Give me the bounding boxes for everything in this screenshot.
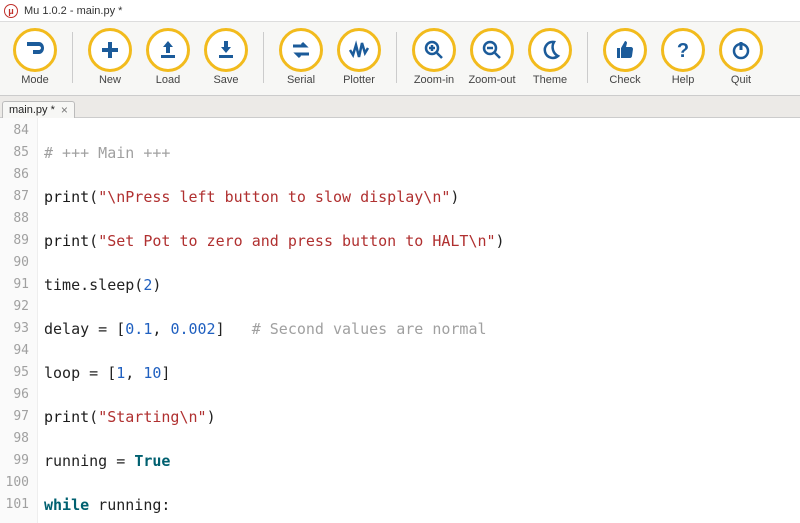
line-number: 84 <box>4 120 29 142</box>
save-label: Save <box>213 74 238 86</box>
code-editor[interactable]: 84 85 86 87 88 89 90 91 92 93 94 95 96 9… <box>0 118 800 523</box>
line-number: 101 <box>4 494 29 516</box>
theme-label: Theme <box>533 74 567 86</box>
power-icon <box>719 28 763 72</box>
quit-label: Quit <box>731 74 751 86</box>
code-area[interactable]: # +++ Main +++ print("\nPress left butto… <box>38 118 505 523</box>
upload-icon <box>146 28 190 72</box>
help-button[interactable]: ? Help <box>654 28 712 86</box>
line-number: 100 <box>4 472 29 494</box>
help-label: Help <box>672 74 695 86</box>
zoom-in-label: Zoom-in <box>414 74 454 86</box>
line-number: 91 <box>4 274 29 296</box>
line-number: 94 <box>4 340 29 362</box>
serial-icon <box>279 28 323 72</box>
zoom-out-icon <box>470 28 514 72</box>
new-button[interactable]: New <box>81 28 139 86</box>
line-number: 89 <box>4 230 29 252</box>
zoom-out-label: Zoom-out <box>468 74 515 86</box>
line-number: 87 <box>4 186 29 208</box>
check-label: Check <box>609 74 640 86</box>
zoom-in-icon <box>412 28 456 72</box>
tab-label: main.py * <box>9 104 55 116</box>
help-icon: ? <box>661 28 705 72</box>
toolbar-separator <box>72 32 73 83</box>
line-number: 95 <box>4 362 29 384</box>
load-label: Load <box>156 74 180 86</box>
line-number: 88 <box>4 208 29 230</box>
mode-button[interactable]: Mode <box>6 28 64 86</box>
line-number: 97 <box>4 406 29 428</box>
quit-button[interactable]: Quit <box>712 28 770 86</box>
plotter-icon <box>337 28 381 72</box>
thumbs-up-icon <box>603 28 647 72</box>
download-icon <box>204 28 248 72</box>
line-number: 86 <box>4 164 29 186</box>
new-label: New <box>99 74 121 86</box>
theme-button[interactable]: Theme <box>521 28 579 86</box>
toolbar-separator <box>263 32 264 83</box>
serial-button[interactable]: Serial <box>272 28 330 86</box>
moon-icon <box>528 28 572 72</box>
mode-icon <box>13 28 57 72</box>
serial-label: Serial <box>287 74 315 86</box>
plotter-label: Plotter <box>343 74 375 86</box>
close-icon[interactable]: × <box>61 104 68 116</box>
svg-text:?: ? <box>677 40 689 62</box>
titlebar: μ Mu 1.0.2 - main.py * <box>0 0 800 22</box>
line-number: 85 <box>4 142 29 164</box>
tabbar: main.py * × <box>0 96 800 118</box>
line-number: 92 <box>4 296 29 318</box>
line-number: 98 <box>4 428 29 450</box>
line-number: 96 <box>4 384 29 406</box>
line-number: 90 <box>4 252 29 274</box>
line-number: 99 <box>4 450 29 472</box>
check-button[interactable]: Check <box>596 28 654 86</box>
zoom-in-button[interactable]: Zoom-in <box>405 28 463 86</box>
plus-icon <box>88 28 132 72</box>
zoom-out-button[interactable]: Zoom-out <box>463 28 521 86</box>
line-number-gutter: 84 85 86 87 88 89 90 91 92 93 94 95 96 9… <box>0 118 38 523</box>
line-number: 93 <box>4 318 29 340</box>
app-icon: μ <box>4 4 18 18</box>
toolbar: Mode New Load Save Serial <box>0 22 800 96</box>
load-button[interactable]: Load <box>139 28 197 86</box>
tab-main-py[interactable]: main.py * × <box>2 101 75 118</box>
mode-label: Mode <box>21 74 49 86</box>
toolbar-separator <box>587 32 588 83</box>
toolbar-separator <box>396 32 397 83</box>
plotter-button[interactable]: Plotter <box>330 28 388 86</box>
window-title: Mu 1.0.2 - main.py * <box>24 5 122 17</box>
save-button[interactable]: Save <box>197 28 255 86</box>
